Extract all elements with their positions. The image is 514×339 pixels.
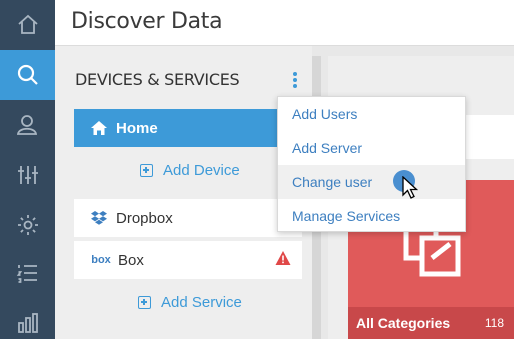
home-icon — [90, 120, 108, 136]
add-device-label: Add Device — [163, 162, 240, 179]
list-icon — [16, 265, 37, 283]
panel-title: DEVICES & SERVICES — [75, 70, 240, 89]
service-dropbox-label: Dropbox — [116, 209, 173, 227]
menu-manage-services[interactable]: Manage Services — [278, 199, 465, 233]
box-logo-text: box — [91, 254, 111, 266]
warning-icon — [275, 251, 291, 265]
category-count: 118 — [484, 316, 504, 330]
bar-chart-icon — [17, 313, 38, 333]
rail-users[interactable] — [0, 100, 55, 150]
dropbox-icon — [90, 210, 108, 226]
more-options-icon[interactable] — [290, 72, 300, 92]
add-service-button[interactable]: Add Service — [138, 294, 242, 311]
page-title: Discover Data — [71, 9, 223, 34]
rail-search[interactable] — [0, 50, 55, 100]
add-service-label: Add Service — [161, 294, 242, 311]
search-icon — [17, 64, 38, 85]
service-dropbox[interactable]: Dropbox — [74, 199, 302, 237]
service-box-label: Box — [118, 251, 144, 269]
rail-home[interactable] — [0, 0, 55, 50]
home-icon — [17, 14, 38, 34]
user-icon — [16, 115, 37, 135]
menu-add-server[interactable]: Add Server — [278, 131, 465, 165]
device-home-label: Home — [116, 119, 158, 137]
box-icon: box — [90, 252, 112, 268]
page-header: Discover Data — [55, 0, 514, 46]
plus-square-icon — [140, 164, 153, 177]
rail-list[interactable] — [0, 248, 55, 298]
gear-icon — [17, 215, 38, 235]
nav-rail — [0, 0, 55, 339]
options-menu: Add Users Add Server Change user Manage … — [277, 96, 466, 232]
add-device-button[interactable]: Add Device — [140, 162, 240, 179]
menu-change-user[interactable]: Change user — [278, 165, 465, 199]
plus-square-icon — [138, 296, 151, 309]
rail-gear[interactable] — [0, 200, 55, 250]
category-card-footer: All Categories 118 — [348, 307, 514, 339]
device-home[interactable]: Home — [74, 109, 302, 147]
rail-settings-sliders[interactable] — [0, 150, 55, 200]
category-label: All Categories — [356, 315, 451, 331]
sliders-icon — [17, 166, 38, 184]
rail-analytics[interactable] — [0, 298, 55, 339]
service-box[interactable]: box Box — [74, 241, 302, 279]
menu-add-users[interactable]: Add Users — [278, 97, 465, 131]
cursor-icon — [402, 176, 418, 199]
